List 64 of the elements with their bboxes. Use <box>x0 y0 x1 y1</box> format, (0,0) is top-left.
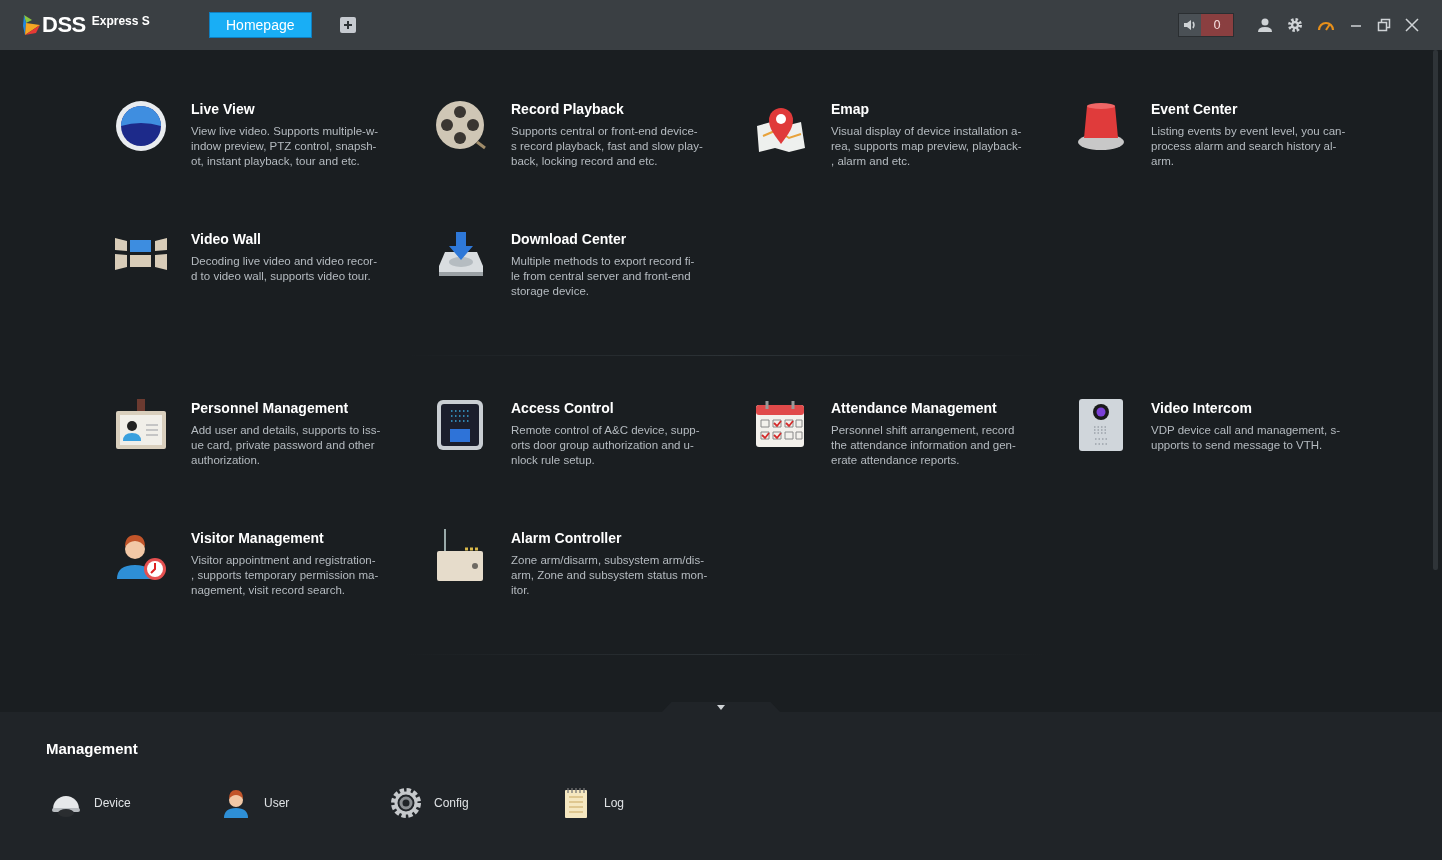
module-tile[interactable]: Visitor Management Visitor appointment and registration- , supports temporary permission ma- nagement, visit record search. <box>115 529 435 659</box>
module-description: Supports central or front-end device- s record playback, fast and slow play- back, locking record and etc. <box>511 124 703 169</box>
logo-icon <box>22 14 42 36</box>
film-reel-icon <box>435 100 487 152</box>
management-label: User <box>264 796 290 810</box>
management-item[interactable]: Config <box>390 787 560 819</box>
module-title: Attendance Management <box>831 400 998 416</box>
module-tile[interactable]: Download Center Multiple methods to export record fi- le from central server and front-end storage device. <box>435 230 755 360</box>
module-title: Video Wall <box>191 231 262 247</box>
module-tile[interactable]: Event Center Listing events by event level, you can- process alarm and search history al- arm. <box>1075 100 1395 230</box>
module-title: Download Center <box>511 231 628 247</box>
module-description: Decoding live video and video recor- d to video wall, supports video tour. <box>191 254 378 284</box>
section-title: Management <box>46 740 139 757</box>
management-item[interactable]: User <box>220 787 390 819</box>
module-tile[interactable]: Emap Visual display of device installation a- rea, supports map preview, playback- , alarm and etc. <box>755 100 1075 230</box>
module-tile[interactable]: Personnel Management Add user and details, supports to iss- ue card, private password and other authorization. <box>115 399 435 529</box>
speaker-button[interactable] <box>1179 14 1201 36</box>
restore-icon[interactable] <box>1377 18 1391 32</box>
module-description: Remote control of A&C device, supp- orts door group authorization and u- nlock rule setup. <box>511 423 700 468</box>
module-title: Live View <box>191 101 256 117</box>
edition-label: Express S <box>91 13 150 29</box>
module-title: Event Center <box>1151 101 1239 117</box>
management-label: Device <box>94 796 131 810</box>
close-icon[interactable] <box>1405 18 1419 32</box>
module-title: Personnel Management <box>191 400 350 416</box>
settings-icon[interactable] <box>1287 17 1303 33</box>
caret-icon <box>717 704 725 710</box>
module-title: Access Control <box>511 400 615 416</box>
management-label: Config <box>434 796 469 810</box>
module-description: Add user and details, supports to iss- ue card, private password and other authorization. <box>191 423 381 468</box>
module-title: Emap <box>831 101 871 117</box>
module-tile[interactable]: Access Control Remote control of A&C device, supp- orts door group authorization and u- nlock rule setup. <box>435 399 755 529</box>
module-tile[interactable]: Alarm Controller Zone arm/disarm, subsystem arm/dis- arm, Zone and subsystem status mon- itor. <box>435 529 755 659</box>
module-tile[interactable]: Attendance Management Personnel shift arrangement, record the attendance information and gen- erate attendance reports. <box>755 399 1075 529</box>
settings-icon <box>390 787 422 819</box>
user-icon[interactable] <box>1257 17 1273 33</box>
plus-icon <box>342 20 353 30</box>
module-title: Video Intercom <box>1151 400 1253 416</box>
logo-text: DSS <box>42 13 86 37</box>
scrollbar[interactable] <box>1433 50 1438 570</box>
module-title: Visitor Management <box>191 530 325 546</box>
module-tile[interactable]: Video Wall Decoding live video and video recor- d to video wall, supports video tour. <box>115 230 435 360</box>
management-item[interactable]: Log <box>560 787 730 819</box>
id-card-icon <box>115 399 167 451</box>
alarm-count[interactable]: 0 <box>1201 14 1233 36</box>
module-title: Alarm Controller <box>511 530 623 546</box>
module-description: Personnel shift arrangement, record the attendance information and gen- erate attendance reports. <box>831 423 1016 468</box>
module-tile[interactable]: Live View View live video. Supports multiple-w- indow preview, PTZ control, snapsh- ot, instant playback, tour and etc. <box>115 100 435 230</box>
module-description: Visitor appointment and registration- , supports temporary permission ma- nagement, visit record search. <box>191 553 379 598</box>
management-label: Log <box>604 796 625 810</box>
module-title: Record Playback <box>511 101 625 117</box>
module-description: VDP device call and management, s- upports to send message to VTH. <box>1151 423 1340 453</box>
module-description: Visual display of device installation a- rea, supports map preview, playback- , alarm and etc. <box>831 124 1022 169</box>
lens-icon <box>115 100 167 152</box>
management-item[interactable]: Device <box>50 787 220 819</box>
module-tile[interactable]: Record Playback Supports central or front-end device- s record playback, fast and slow play- back, locking record and etc. <box>435 100 755 230</box>
module-description: Listing events by event level, you can- process alarm and search history al- arm. <box>1151 124 1346 169</box>
speaker-icon <box>1182 17 1198 33</box>
module-tile[interactable]: Video Intercom VDP device call and management, s- upports to send message to VTH. <box>1075 399 1395 529</box>
module-description: View live video. Supports multiple-w- indow preview, PTZ control, snapsh- ot, instant playback, tour and etc. <box>191 124 379 169</box>
module-description: Multiple methods to export record fi- le from central server and front-end storage device. <box>511 254 695 299</box>
add-tab-button[interactable] <box>339 17 356 33</box>
siren-icon <box>1075 100 1127 152</box>
module-description: Zone arm/disarm, subsystem arm/dis- arm, Zone and subsystem status mon- itor. <box>511 553 708 598</box>
